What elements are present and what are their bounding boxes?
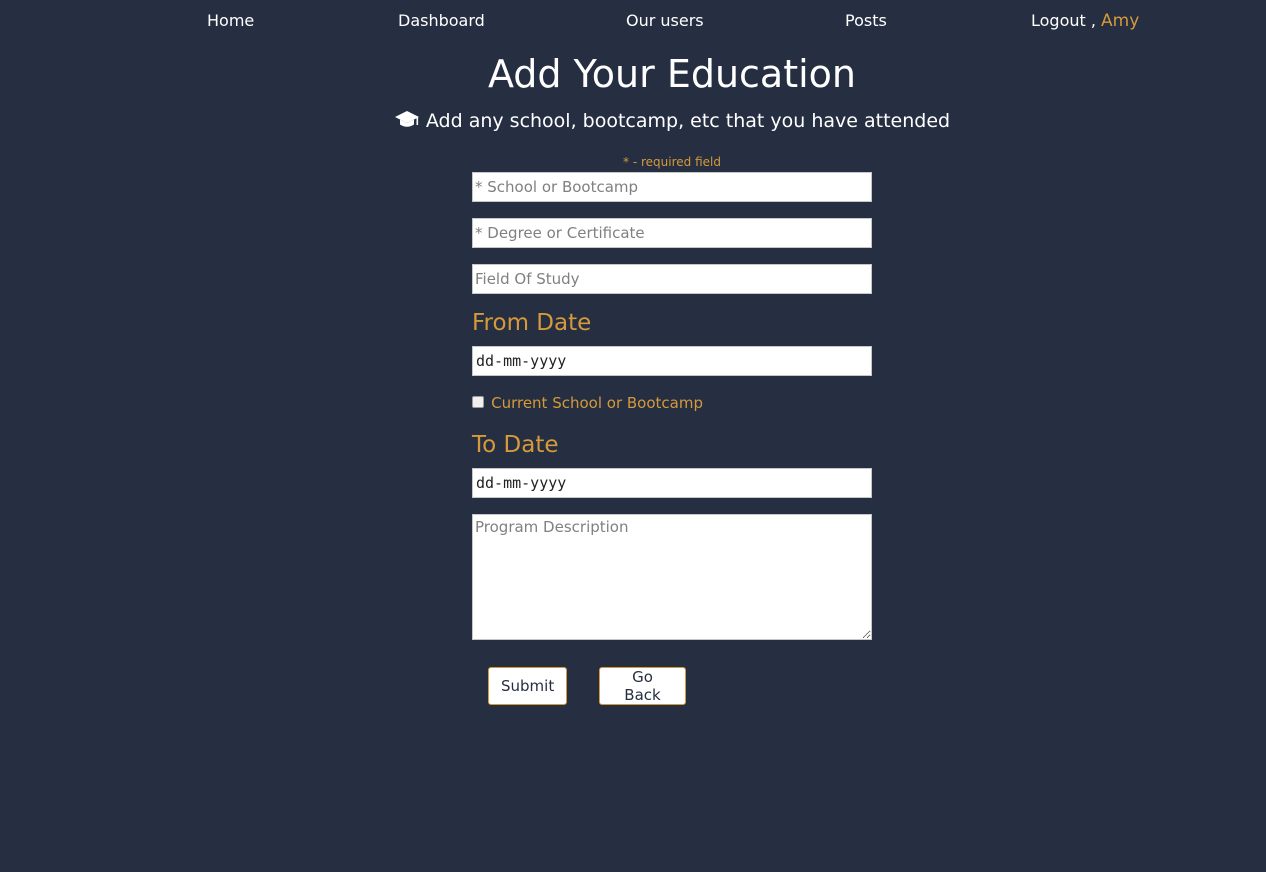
- current-school-label[interactable]: Current School or Bootcamp: [491, 394, 703, 412]
- page-subtitle: Add any school, bootcamp, etc that you h…: [0, 110, 1266, 132]
- degree-input[interactable]: [472, 218, 872, 248]
- required-field-note: * - required field: [623, 155, 721, 169]
- from-date-input[interactable]: [472, 346, 872, 376]
- graduation-cap-icon: [394, 110, 420, 130]
- page-title: Add Your Education: [487, 52, 857, 96]
- current-school-row: Current School or Bootcamp: [472, 394, 703, 413]
- from-date-label: From Date: [472, 310, 592, 336]
- nav-username: Amy: [1101, 11, 1140, 31]
- to-date-label: To Date: [472, 432, 559, 458]
- go-back-button[interactable]: Go Back: [599, 667, 686, 705]
- nav-logout-link[interactable]: Logout: [1031, 11, 1086, 30]
- school-input[interactable]: [472, 172, 872, 202]
- nav-separator: ,: [1085, 11, 1102, 30]
- submit-button[interactable]: Submit: [488, 667, 567, 705]
- nav-users-link[interactable]: Our users: [626, 11, 704, 30]
- program-description-textarea[interactable]: [472, 514, 872, 640]
- to-date-input[interactable]: [472, 468, 872, 498]
- nav-home-link[interactable]: Home: [207, 11, 254, 30]
- nav-dashboard-link[interactable]: Dashboard: [398, 11, 485, 30]
- top-navbar: Home Dashboard Our users Posts Logout , …: [0, 0, 1266, 44]
- subtitle-text: Add any school, bootcamp, etc that you h…: [425, 110, 951, 132]
- field-of-study-input[interactable]: [472, 264, 872, 294]
- nav-user-area: Logout , Amy: [1031, 11, 1139, 31]
- current-school-checkbox[interactable]: [472, 396, 484, 408]
- nav-posts-link[interactable]: Posts: [845, 11, 887, 30]
